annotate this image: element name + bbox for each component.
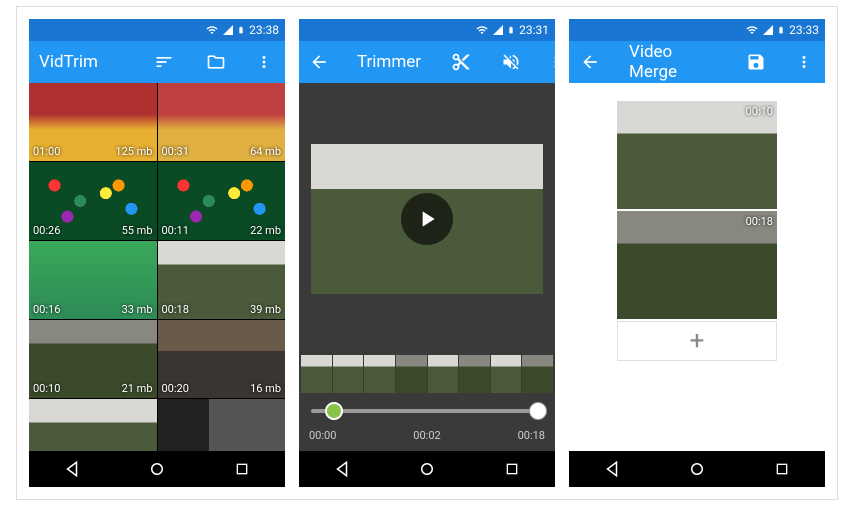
nav-home-icon[interactable] — [686, 458, 708, 480]
thumb-filesize: 55 mb — [122, 224, 153, 237]
video-thumb[interactable]: 00:16 33 mb — [29, 241, 157, 319]
clip-duration: 00:18 — [746, 215, 773, 228]
video-preview[interactable] — [311, 144, 543, 294]
trim-handle-end[interactable] — [529, 402, 547, 420]
status-time: 23:33 — [789, 23, 819, 37]
thumb-duration: 00:26 — [33, 224, 60, 237]
time-start: 00:00 — [309, 429, 336, 451]
thumb-filesize: 22 mb — [250, 224, 281, 237]
nav-recent-icon[interactable] — [231, 458, 253, 480]
status-bar: 23:33 — [569, 19, 825, 41]
wifi-icon — [475, 24, 489, 36]
android-navbar — [569, 451, 825, 487]
thumb-duration: 00:10 — [33, 382, 60, 395]
time-end: 00:18 — [518, 429, 545, 451]
video-thumb[interactable]: 00:11 22 mb — [158, 162, 286, 240]
thumb-filesize: 16 mb — [250, 382, 281, 395]
thumb-filesize: 64 mb — [250, 145, 281, 158]
more-icon[interactable] — [793, 51, 815, 73]
signal-icon — [762, 24, 774, 36]
nav-recent-icon[interactable] — [771, 458, 793, 480]
nav-back-icon[interactable] — [61, 458, 83, 480]
merge-content: 00:10 00:18 + — [569, 83, 825, 451]
android-navbar — [299, 451, 555, 487]
status-bar: 23:31 — [299, 19, 555, 41]
thumb-duration: 00:31 — [162, 145, 189, 158]
trim-handle-start[interactable] — [325, 402, 343, 420]
clip-duration: 00:10 — [746, 105, 773, 118]
video-thumb[interactable]: 01:00 125 mb — [29, 83, 157, 161]
time-labels: 00:00 00:02 00:18 — [299, 429, 555, 451]
signal-icon — [492, 24, 504, 36]
thumb-filesize: 39 mb — [250, 303, 281, 316]
screen-vidtrim: 23:38 VidTrim 01:00 125 mb 00:31 64 mb 0… — [29, 19, 285, 487]
trim-slider[interactable] — [299, 393, 555, 429]
wifi-icon — [745, 24, 759, 36]
android-navbar — [29, 451, 285, 487]
timeline-strip[interactable] — [299, 355, 555, 393]
video-thumb[interactable] — [29, 399, 157, 451]
thumb-duration: 01:00 — [33, 145, 60, 158]
page-title: Trimmer — [357, 52, 421, 72]
grid-content: 01:00 125 mb 00:31 64 mb 00:26 55 mb 00:… — [29, 83, 285, 451]
save-icon[interactable] — [745, 51, 767, 73]
status-time: 23:38 — [249, 23, 279, 37]
nav-home-icon[interactable] — [416, 458, 438, 480]
screen-merge: 23:33 Video Merge 00:10 00:18 + — [569, 19, 825, 487]
merge-clip[interactable]: 00:18 — [617, 211, 777, 319]
play-button[interactable] — [401, 193, 453, 245]
status-time: 23:31 — [519, 23, 549, 37]
thumb-filesize: 33 mb — [122, 303, 153, 316]
back-arrow-icon[interactable] — [309, 51, 329, 73]
gallery-container: 23:38 VidTrim 01:00 125 mb 00:31 64 mb 0… — [16, 6, 838, 500]
battery-icon — [777, 24, 785, 36]
nav-back-icon[interactable] — [601, 458, 623, 480]
folder-icon[interactable] — [205, 51, 227, 73]
video-thumb[interactable]: 00:26 55 mb — [29, 162, 157, 240]
video-thumb[interactable]: 00:20 16 mb — [158, 320, 286, 398]
screen-trimmer: 23:31 Trimmer — [299, 19, 555, 487]
video-thumb[interactable] — [158, 399, 286, 451]
nav-recent-icon[interactable] — [501, 458, 523, 480]
merge-clip[interactable]: 00:10 — [617, 101, 777, 209]
add-clip-button[interactable]: + — [617, 321, 777, 361]
scissors-icon[interactable] — [451, 51, 471, 73]
thumb-duration: 00:16 — [33, 303, 60, 316]
thumb-filesize: 125 mb — [115, 145, 152, 158]
nav-back-icon[interactable] — [331, 458, 353, 480]
status-bar: 23:38 — [29, 19, 285, 41]
wifi-icon — [205, 24, 219, 36]
app-bar: Trimmer — [299, 41, 555, 83]
thumb-duration: 00:20 — [162, 382, 189, 395]
sort-icon[interactable] — [153, 51, 175, 73]
video-thumb[interactable]: 00:18 39 mb — [158, 241, 286, 319]
more-icon[interactable] — [547, 51, 555, 73]
page-title: Video Merge — [629, 42, 715, 82]
page-title: VidTrim — [39, 52, 123, 72]
trimmer-content: 00:00 00:02 00:18 — [299, 83, 555, 451]
video-thumb[interactable]: 00:10 21 mb — [29, 320, 157, 398]
time-current: 00:02 — [413, 429, 440, 451]
battery-icon — [507, 24, 515, 36]
thumb-filesize: 21 mb — [122, 382, 153, 395]
more-icon[interactable] — [253, 51, 275, 73]
nav-home-icon[interactable] — [146, 458, 168, 480]
app-bar: Video Merge — [569, 41, 825, 83]
app-bar: VidTrim — [29, 41, 285, 83]
mute-icon[interactable] — [501, 51, 521, 73]
thumb-duration: 00:11 — [162, 224, 189, 237]
video-thumb[interactable]: 00:31 64 mb — [158, 83, 286, 161]
signal-icon — [222, 24, 234, 36]
back-arrow-icon[interactable] — [579, 51, 601, 73]
battery-icon — [237, 24, 245, 36]
thumb-duration: 00:18 — [162, 303, 189, 316]
